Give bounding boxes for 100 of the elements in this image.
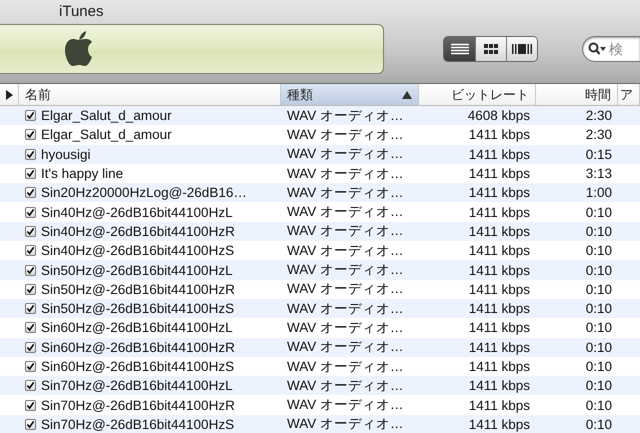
- track-name: Sin40Hz@-26dB16bit44100HzR: [41, 224, 235, 239]
- track-bitrate: 4608 kbps: [468, 108, 530, 124]
- track-name: Sin50Hz@-26dB16bit44100HzR: [41, 282, 235, 297]
- track-kind: WAV オーディオ…: [287, 126, 404, 144]
- track-kind: WAV オーディオ…: [287, 145, 404, 164]
- grid-view-button[interactable]: [475, 37, 506, 61]
- track-kind: WAV オーディオ…: [287, 415, 404, 433]
- track-kind: WAV オーディオ…: [287, 203, 404, 222]
- track-bitrate: 1411 kbps: [468, 416, 530, 432]
- column-header[interactable]: ビットレート: [419, 84, 536, 105]
- cover-flow-view-button[interactable]: [506, 37, 537, 61]
- track-time: 0:10: [586, 416, 612, 432]
- expand-arrow-icon[interactable]: [6, 90, 12, 100]
- track-kind: WAV オーディオ…: [287, 164, 404, 183]
- track-name: hyousigi: [41, 146, 91, 162]
- checkbox[interactable]: [25, 303, 36, 314]
- track-time: 0:10: [586, 320, 612, 336]
- checkbox[interactable]: [25, 418, 36, 430]
- track-kind: WAV オーディオ…: [287, 222, 404, 240]
- track-kind: WAV オーディオ…: [287, 396, 404, 414]
- checkbox[interactable]: [25, 264, 36, 276]
- checkbox[interactable]: [25, 129, 36, 140]
- track-bitrate: 1411 kbps: [468, 166, 530, 182]
- search-field[interactable]: 検: [582, 36, 640, 62]
- checkbox[interactable]: [25, 245, 36, 256]
- track-time: 0:10: [586, 340, 612, 355]
- track-time: 0:10: [586, 301, 612, 316]
- track-kind: WAV オーディオ…: [287, 184, 404, 202]
- track-bitrate: 1411 kbps: [468, 262, 530, 278]
- bars-icon: [512, 43, 532, 55]
- track-name: Sin60Hz@-26dB16bit44100HzS: [41, 359, 234, 374]
- track-time: 2:30: [586, 127, 612, 142]
- sort-ascending-icon: [402, 90, 412, 98]
- track-time: 0:15: [586, 146, 612, 162]
- track-time: 2:30: [586, 108, 612, 124]
- track-kind: WAV オーディオ…: [287, 280, 404, 298]
- window-title: iTunes: [59, 2, 104, 20]
- track-bitrate: 1411 kbps: [468, 146, 530, 162]
- track-kind: WAV オーディオ…: [287, 318, 404, 337]
- checkbox[interactable]: [25, 206, 36, 218]
- track-kind: WAV オーディオ…: [287, 338, 404, 356]
- checkbox[interactable]: [25, 400, 36, 411]
- track-kind: WAV オーディオ…: [287, 300, 404, 318]
- track-time: 0:10: [586, 243, 612, 258]
- column-header[interactable]: 種類: [281, 84, 419, 105]
- track-name: Sin70Hz@-26dB16bit44100HzL: [41, 378, 233, 394]
- track-bitrate: 1411 kbps: [468, 127, 530, 142]
- track-name: Sin40Hz@-26dB16bit44100HzL: [41, 204, 233, 220]
- track-bitrate: 1411 kbps: [468, 224, 530, 239]
- track-time: 0:10: [586, 282, 612, 297]
- checkbox[interactable]: [25, 226, 36, 237]
- track-time: 0:10: [586, 204, 612, 220]
- track-bitrate: 1411 kbps: [468, 301, 530, 316]
- checkbox[interactable]: [25, 361, 36, 372]
- track-bitrate: 1411 kbps: [468, 204, 530, 220]
- track-bitrate: 1411 kbps: [468, 282, 530, 297]
- column-header[interactable]: ア: [618, 84, 640, 105]
- track-bitrate: 1411 kbps: [468, 320, 530, 336]
- track-time: 0:10: [586, 398, 612, 413]
- track-name: Sin60Hz@-26dB16bit44100HzL: [41, 320, 233, 336]
- track-time: 0:10: [586, 359, 612, 374]
- track-time: 0:10: [586, 224, 612, 239]
- checkbox[interactable]: [25, 342, 36, 353]
- track-bitrate: 1411 kbps: [468, 359, 530, 374]
- checkbox[interactable]: [25, 148, 36, 160]
- track-bitrate: 1411 kbps: [468, 185, 530, 200]
- checkbox[interactable]: [25, 168, 36, 180]
- track-name: Sin50Hz@-26dB16bit44100HzL: [41, 262, 233, 278]
- track-name: Sin60Hz@-26dB16bit44100HzR: [41, 340, 235, 355]
- checkbox[interactable]: [25, 380, 36, 392]
- track-kind: WAV オーディオ…: [287, 106, 404, 125]
- track-kind: WAV オーディオ…: [287, 358, 404, 376]
- track-time: 1:00: [586, 185, 612, 200]
- track-kind: WAV オーディオ…: [287, 242, 404, 260]
- track-time: 3:13: [586, 166, 612, 182]
- track-time: 0:10: [586, 262, 612, 278]
- track-bitrate: 1411 kbps: [468, 340, 530, 355]
- grid-icon: [484, 44, 498, 54]
- track-kind: WAV オーディオ…: [287, 261, 404, 280]
- track-name: Sin40Hz@-26dB16bit44100HzS: [41, 243, 234, 258]
- track-name: Elgar_Salut_d_amour: [41, 108, 172, 124]
- track-bitrate: 1411 kbps: [468, 378, 530, 394]
- track-time: 0:10: [586, 378, 612, 394]
- column-header[interactable]: 時間: [536, 84, 618, 105]
- track-name: Sin50Hz@-26dB16bit44100HzS: [41, 301, 234, 316]
- track-kind: WAV オーディオ…: [287, 376, 404, 395]
- track-bitrate: 1411 kbps: [468, 243, 530, 258]
- checkbox[interactable]: [25, 187, 36, 198]
- checkbox[interactable]: [25, 322, 36, 334]
- checkbox[interactable]: [25, 110, 36, 122]
- track-name: Sin70Hz@-26dB16bit44100HzS: [41, 416, 234, 432]
- checkbox[interactable]: [25, 284, 36, 295]
- track-bitrate: 1411 kbps: [468, 398, 530, 413]
- track-name: Elgar_Salut_d_amour: [41, 127, 172, 142]
- track-name: Sin20Hz20000HzLog@-26dB16…: [41, 185, 247, 200]
- list-view-button[interactable]: [444, 37, 475, 61]
- list-icon: [450, 43, 470, 55]
- track-name: It's happy line: [41, 166, 124, 182]
- apple-logo-icon: [64, 31, 94, 67]
- track-name: Sin70Hz@-26dB16bit44100HzR: [41, 398, 235, 413]
